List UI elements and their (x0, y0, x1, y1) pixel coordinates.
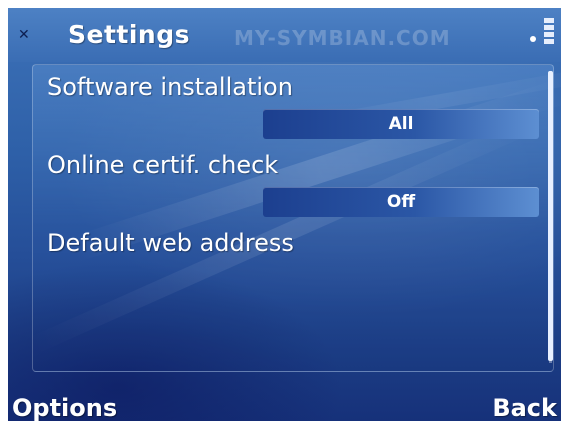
back-softkey[interactable]: Back (492, 394, 557, 421)
setting-value-text: All (388, 114, 414, 134)
watermark: MY-SYMBIAN.COM (234, 26, 451, 50)
setting-label-software-installation[interactable]: Software installation (47, 73, 293, 101)
scrollbar-thumb[interactable] (548, 71, 553, 361)
setting-value-text: Off (386, 192, 416, 212)
close-icon[interactable]: ✕ (18, 28, 32, 42)
scrollbar[interactable] (548, 71, 553, 363)
options-softkey[interactable]: Options (12, 394, 117, 421)
status-dot-icon (530, 36, 536, 42)
setting-label-default-web-address[interactable]: Default web address (47, 229, 294, 257)
setting-value-online-certif-check[interactable]: Off (263, 187, 539, 217)
battery-icon (544, 18, 554, 48)
title-bar: ✕ Settings MY-SYMBIAN.COM (8, 8, 561, 62)
setting-value-software-installation[interactable]: All (263, 109, 539, 139)
setting-label-online-certif-check[interactable]: Online certif. check (47, 151, 278, 179)
settings-list: Software installation All Online certif.… (32, 64, 554, 372)
page-title: Settings (68, 20, 191, 49)
settings-screen: ✕ Settings MY-SYMBIAN.COM Software insta… (8, 8, 561, 421)
